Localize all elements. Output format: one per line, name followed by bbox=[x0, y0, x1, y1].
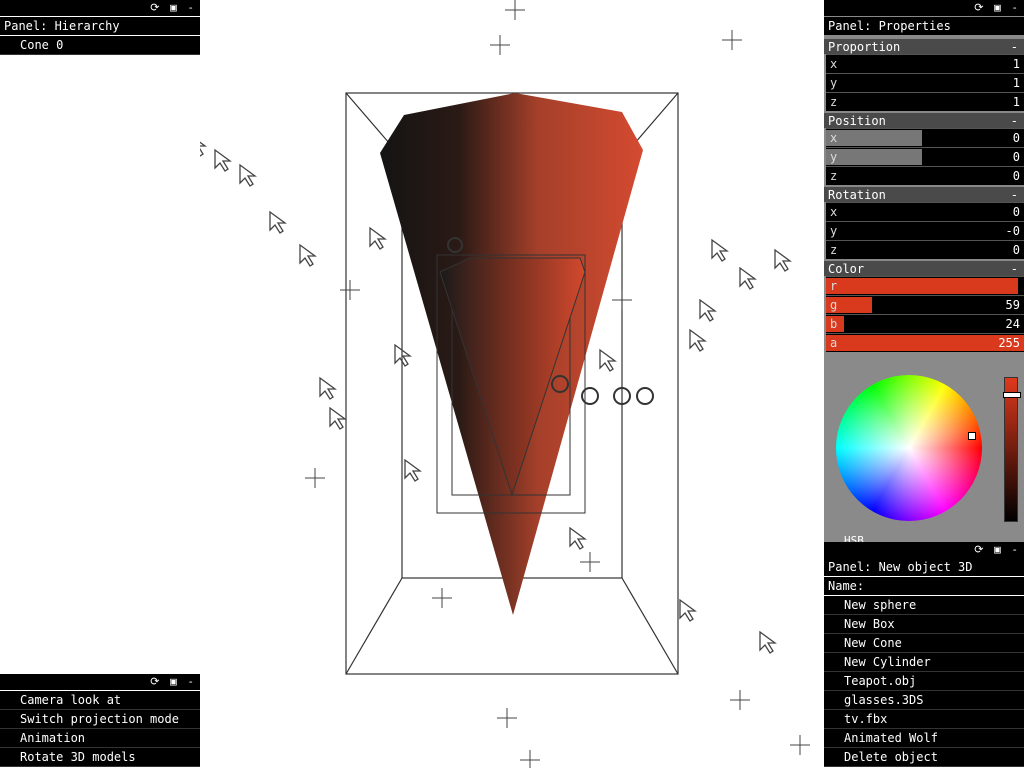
hierarchy-title: Panel: Hierarchy bbox=[0, 17, 200, 35]
refresh-icon[interactable]: ⟳ bbox=[150, 675, 161, 688]
name-label: Name: bbox=[824, 577, 1024, 595]
properties-titlebar[interactable]: ⟳ ▣ - bbox=[824, 0, 1024, 16]
new-cylinder-button[interactable]: New Cylinder bbox=[824, 653, 1024, 672]
new-cone-button[interactable]: New Cone bbox=[824, 634, 1024, 653]
minimize-icon[interactable]: - bbox=[187, 1, 196, 14]
panel-controls[interactable]: ⟳ ▣ - bbox=[150, 1, 196, 14]
color-a-fill bbox=[826, 335, 1024, 351]
command-switch-projection[interactable]: Switch projection mode bbox=[0, 710, 200, 729]
save-icon[interactable]: ▣ bbox=[994, 543, 1003, 556]
command-rotate-models[interactable]: Rotate 3D models bbox=[0, 748, 200, 767]
proportion-z[interactable]: z1 bbox=[826, 92, 1024, 111]
commands-titlebar[interactable]: ⟳ ▣ - bbox=[0, 674, 200, 690]
new-box-button[interactable]: New Box bbox=[824, 615, 1024, 634]
position-z[interactable]: z0 bbox=[826, 166, 1024, 185]
proportion-y[interactable]: y1 bbox=[826, 73, 1024, 92]
command-camera-look-at[interactable]: Camera look at bbox=[0, 691, 200, 710]
viewport-3d[interactable] bbox=[200, 0, 824, 768]
proportion-section[interactable]: Proportion - bbox=[824, 37, 1024, 54]
new-sphere-button[interactable]: New sphere bbox=[824, 596, 1024, 615]
panel-controls[interactable]: ⟳ ▣ - bbox=[150, 675, 196, 688]
panel-controls[interactable]: ⟳ ▣ - bbox=[974, 543, 1020, 556]
brightness-slider[interactable] bbox=[1003, 377, 1021, 522]
commands-list: Camera look at Switch projection mode An… bbox=[0, 691, 200, 767]
save-icon[interactable]: ▣ bbox=[994, 1, 1003, 14]
load-tv-button[interactable]: tv.fbx bbox=[824, 710, 1024, 729]
new-object-title: Panel: New object 3D bbox=[824, 558, 1024, 576]
properties-panel: ⟳ ▣ - Panel: Properties Proportion - x1 y… bbox=[824, 0, 1024, 545]
color-r[interactable]: r bbox=[826, 276, 1024, 295]
panel-controls[interactable]: ⟳ ▣ - bbox=[974, 1, 1020, 14]
save-icon[interactable]: ▣ bbox=[170, 1, 179, 14]
proportion-x[interactable]: x1 bbox=[826, 54, 1024, 73]
delete-object-button[interactable]: Delete object bbox=[824, 748, 1024, 767]
command-animation[interactable]: Animation bbox=[0, 729, 200, 748]
minimize-icon[interactable]: - bbox=[1011, 543, 1020, 556]
position-x[interactable]: x0 bbox=[826, 128, 1024, 147]
hierarchy-titlebar[interactable]: ⟳ ▣ - bbox=[0, 0, 200, 16]
refresh-icon[interactable]: ⟳ bbox=[974, 1, 985, 14]
new-object-list: New sphere New Box New Cone New Cylinder… bbox=[824, 596, 1024, 767]
position-section[interactable]: Position - bbox=[824, 111, 1024, 128]
color-b[interactable]: b 24 bbox=[826, 314, 1024, 333]
load-teapot-button[interactable]: Teapot.obj bbox=[824, 672, 1024, 691]
animated-wolf-button[interactable]: Animated Wolf bbox=[824, 729, 1024, 748]
new-object-titlebar[interactable]: ⟳ ▣ - bbox=[824, 542, 1024, 558]
rotation-x[interactable]: x0 bbox=[826, 202, 1024, 221]
position-y[interactable]: y0 bbox=[826, 147, 1024, 166]
refresh-icon[interactable]: ⟳ bbox=[150, 1, 161, 14]
color-section[interactable]: Color - bbox=[824, 259, 1024, 276]
minimize-icon[interactable]: - bbox=[187, 675, 196, 688]
rotation-section[interactable]: Rotation - bbox=[824, 185, 1024, 202]
color-wheel-cursor[interactable] bbox=[968, 432, 976, 440]
hierarchy-item-cone[interactable]: Cone 0 bbox=[0, 36, 200, 55]
rotation-y[interactable]: y -0 bbox=[826, 221, 1024, 240]
rotation-z[interactable]: z0 bbox=[826, 240, 1024, 259]
properties-title: Panel: Properties bbox=[824, 17, 1024, 35]
minimize-icon[interactable]: - bbox=[1011, 1, 1020, 14]
brightness-handle[interactable] bbox=[1003, 392, 1021, 398]
refresh-icon[interactable]: ⟳ bbox=[974, 543, 985, 556]
color-g[interactable]: g 59 bbox=[826, 295, 1024, 314]
save-icon[interactable]: ▣ bbox=[170, 675, 179, 688]
color-a[interactable]: a 255 bbox=[826, 333, 1024, 352]
color-r-fill bbox=[826, 278, 1019, 294]
color-wheel[interactable] bbox=[836, 375, 982, 521]
load-glasses-button[interactable]: glasses.3DS bbox=[824, 691, 1024, 710]
